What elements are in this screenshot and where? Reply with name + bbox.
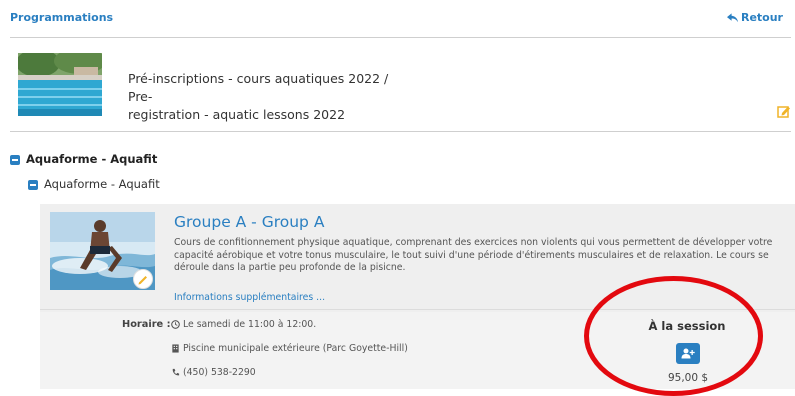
phone-row: (450) 538-2290 [171,367,256,378]
program-title-line-1: Pré-inscriptions - cours aquatiques 2022… [128,71,389,104]
category-label[interactable]: Aquaforme - Aquafit [26,152,157,166]
more-info-link[interactable]: Informations supplémentaires ... [174,292,325,303]
card-divider [40,309,795,310]
edit-image-badge[interactable] [133,269,153,289]
reply-arrow-icon [726,12,738,22]
group-description: Cours de confitionnement physique aquati… [174,237,773,274]
price-label: 95,00 $ [667,372,709,384]
phone-icon [172,368,180,376]
collapse-minus-icon[interactable] [28,180,38,190]
program-divider [10,131,791,132]
group-title-link[interactable]: Groupe A - Group A [174,213,324,231]
breadcrumb-programmations[interactable]: Programmations [10,11,113,24]
register-button[interactable] [676,343,700,364]
schedule-time-row: Le samedi de 11:00 à 12:00. [171,319,316,330]
schedule-time: Le samedi de 11:00 à 12:00. [183,319,317,330]
edit-program-icon[interactable] [777,103,791,118]
header-divider [10,37,791,38]
back-link[interactable]: Retour [726,11,783,24]
add-user-icon [681,348,695,359]
pencil-icon [138,276,147,285]
location-row: Piscine municipale extérieure (Parc Goye… [171,343,408,354]
collapse-minus-icon[interactable] [10,155,20,165]
program-title-line-2: registration - aquatic lessons 2022 [128,107,346,122]
pool-thumbnail [18,53,102,116]
program-title: Pré-inscriptions - cours aquatiques 2022… [128,70,398,124]
phone-number: (450) 538-2290 [183,367,256,378]
back-label: Retour [740,11,783,24]
session-label: À la session [648,319,726,333]
building-icon [172,344,179,353]
location-text: Piscine municipale extérieure (Parc Goye… [183,343,408,354]
top-bar [0,0,795,38]
schedule-label: Horaire : [122,319,171,330]
clock-icon [171,320,180,329]
subcategory-label[interactable]: Aquaforme - Aquafit [44,177,160,191]
